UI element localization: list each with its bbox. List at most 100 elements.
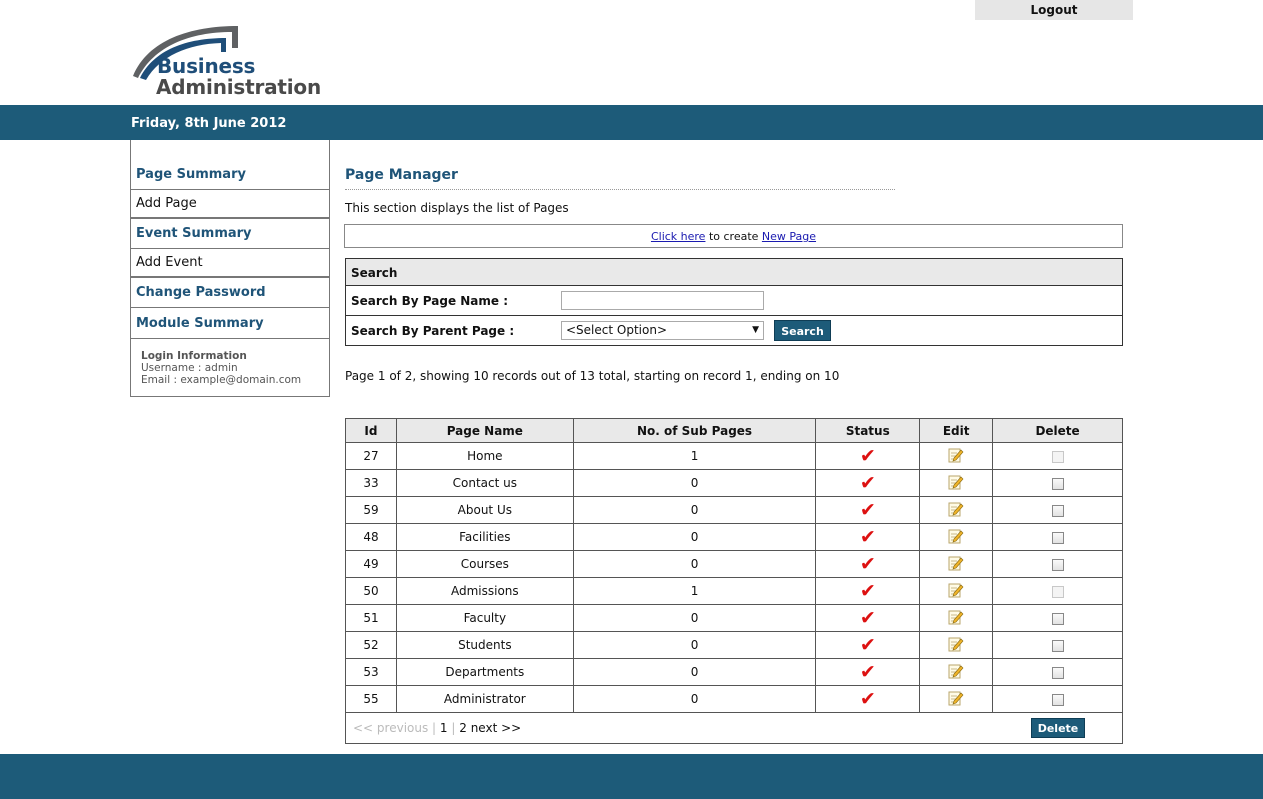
paging-info: Page 1 of 2, showing 10 records out of 1… [345,369,840,383]
cell-edit [919,442,994,470]
cell-page-name: Administrator [395,685,574,713]
search-button[interactable]: Search [774,320,831,341]
check-icon[interactable]: ✔ [860,661,876,683]
delete-checkbox[interactable] [1051,531,1064,544]
divider [131,276,329,278]
cell-page-name: Faculty [395,604,574,632]
check-icon[interactable]: ✔ [860,607,876,629]
check-icon[interactable]: ✔ [860,472,876,494]
column-header-sub-pages: No. of Sub Pages [572,418,817,443]
column-header-delete: Delete [992,418,1123,443]
cell-edit [919,577,994,605]
check-icon[interactable]: ✔ [860,553,876,575]
cell-page-name: About Us [395,496,574,524]
pager-next[interactable]: next >> [471,721,522,735]
page-description: This section displays the list of Pages [345,201,569,215]
click-here-link[interactable]: Click here [651,230,706,243]
cell-delete [992,496,1123,524]
search-name-label: Search By Page Name : [351,294,509,308]
pager-previous: << previous [353,721,429,735]
sidebar-item-page-summary[interactable]: Page Summary [131,167,329,182]
page-name-search-input[interactable] [561,291,764,310]
cell-edit [919,523,994,551]
cell-status: ✔ [815,658,921,686]
date-bar: Friday, 8th June 2012 [0,105,1263,140]
edit-icon[interactable] [948,447,964,466]
cell-sub-pages: 0 [572,523,817,551]
cell-delete [992,523,1123,551]
cell-page-name: Admissions [395,577,574,605]
cell-status: ✔ [815,442,921,470]
edit-icon[interactable] [948,528,964,547]
table-row: 59 About Us 0 ✔ [345,496,1123,524]
column-header-edit: Edit [919,418,994,443]
edit-icon[interactable] [948,555,964,574]
divider [131,189,329,190]
column-header-status: Status [815,418,921,443]
parent-page-selected: <Select Option> [566,323,667,337]
delete-checkbox[interactable] [1051,504,1064,517]
search-parent-label: Search By Parent Page : [351,324,515,338]
cell-status: ✔ [815,685,921,713]
sidebar-item-add-page[interactable]: Add Page [131,196,329,211]
login-info-title: Login Information [141,350,247,362]
login-username: Username : admin [141,362,238,374]
login-information: Login Information Username : admin Email… [141,350,301,386]
delete-checkbox[interactable] [1051,666,1064,679]
logo-text-line1: Business [157,54,256,78]
cell-delete [992,577,1123,605]
delete-checkbox [1051,585,1064,598]
cell-sub-pages: 0 [572,469,817,497]
sidebar-item-module-summary[interactable]: Module Summary [131,316,329,331]
pager-page-1[interactable]: 1 [440,721,448,735]
check-icon[interactable]: ✔ [860,526,876,548]
cell-id: 48 [345,523,397,551]
edit-icon[interactable] [948,690,964,709]
new-page-link[interactable]: New Page [762,230,816,243]
pager-separator: | [428,721,440,735]
delete-button[interactable]: Delete [1031,718,1085,738]
parent-page-select[interactable]: <Select Option> ▼ [561,321,764,340]
cell-delete [992,442,1123,470]
delete-checkbox[interactable] [1051,558,1064,571]
delete-checkbox[interactable] [1051,477,1064,490]
cell-id: 51 [345,604,397,632]
delete-checkbox[interactable] [1051,693,1064,706]
table-row: 27 Home 1 ✔ [345,442,1123,470]
delete-checkbox[interactable] [1051,612,1064,625]
cell-page-name: Courses [395,550,574,578]
search-panel: Search Search By Page Name : Search By P… [345,258,1123,346]
login-email: Email : example@domain.com [141,374,302,386]
edit-icon[interactable] [948,501,964,520]
table-row: 53 Departments 0 ✔ [345,658,1123,686]
cell-id: 33 [345,469,397,497]
check-icon[interactable]: ✔ [860,580,876,602]
edit-icon[interactable] [948,636,964,655]
pager-page-2[interactable]: 2 [459,721,467,735]
cell-status: ✔ [815,523,921,551]
cell-sub-pages: 1 [572,442,817,470]
check-icon[interactable]: ✔ [860,688,876,710]
cell-sub-pages: 0 [572,631,817,659]
divider [131,217,329,219]
logo: Business Administration [130,20,350,100]
check-icon[interactable]: ✔ [860,634,876,656]
sidebar-item-change-password[interactable]: Change Password [131,285,329,300]
logout-button[interactable]: Logout [975,0,1133,20]
cell-status: ✔ [815,550,921,578]
edit-icon[interactable] [948,609,964,628]
column-header-page-name: Page Name [395,418,574,443]
cell-sub-pages: 0 [572,604,817,632]
check-icon[interactable]: ✔ [860,445,876,467]
check-icon[interactable]: ✔ [860,499,876,521]
cell-id: 49 [345,550,397,578]
pager: << previous | 1 | 2 next >> [353,721,521,735]
sidebar-item-event-summary[interactable]: Event Summary [131,226,329,241]
edit-icon[interactable] [948,474,964,493]
edit-icon[interactable] [948,582,964,601]
table-row: 52 Students 0 ✔ [345,631,1123,659]
delete-checkbox[interactable] [1051,639,1064,652]
edit-icon[interactable] [948,663,964,682]
divider [346,315,1122,316]
sidebar-item-add-event[interactable]: Add Event [131,255,329,270]
